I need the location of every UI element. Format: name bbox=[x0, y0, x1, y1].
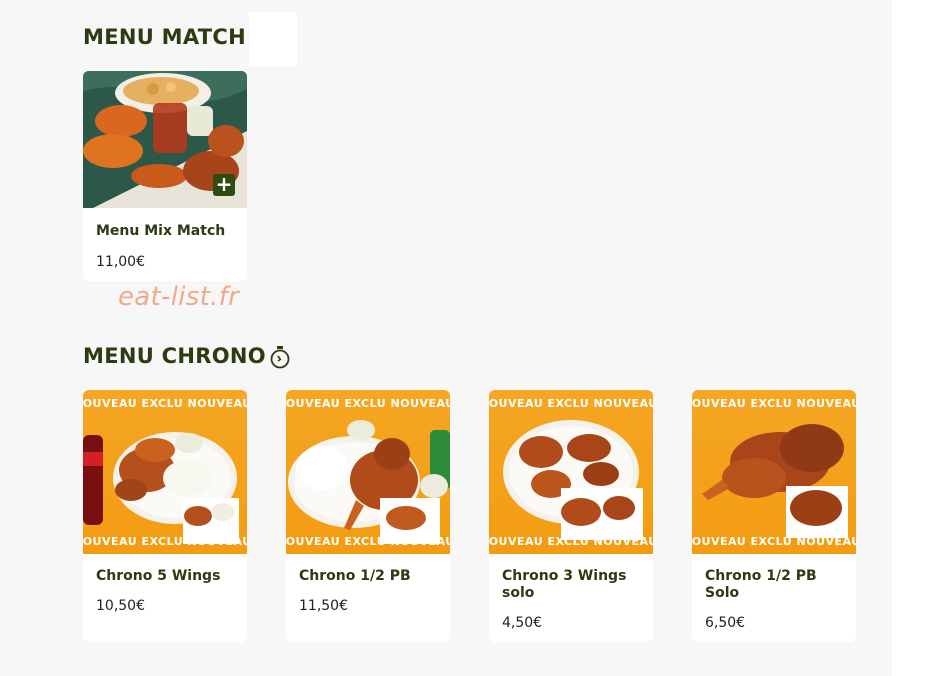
product-price: 11,00€ bbox=[96, 254, 145, 270]
product-image-chrono-half-pb-solo: NOUVEAU EXCLU NOUVEAU NOUVEAU EXCLU NOUV… bbox=[692, 390, 856, 554]
product-image-menu-mix-match: + bbox=[83, 71, 247, 208]
product-price: 11,50€ bbox=[299, 598, 348, 614]
product-card-chrono-half-pb-solo[interactable]: NOUVEAU EXCLU NOUVEAU NOUVEAU EXCLU NOUV… bbox=[692, 390, 856, 642]
product-card-chrono-half-pb[interactable]: NOUVEAU EXCLU NOUVEAU NOUVEAU EXCLU NOUV… bbox=[286, 390, 450, 642]
product-name: Chrono 3 Wings solo bbox=[502, 568, 627, 601]
product-image-chrono-half-pb: NOUVEAU EXCLU NOUVEAU NOUVEAU EXCLU NOUV… bbox=[286, 390, 450, 554]
food-photo bbox=[503, 420, 643, 540]
product-card-menu-mix-match[interactable]: + Menu Mix Match 11,00€ bbox=[83, 71, 247, 281]
product-name: Menu Mix Match bbox=[96, 223, 226, 239]
product-image-chrono-5-wings: NOUVEAU EXCLU NOUVEAU NOUVEAU EXCLU NOUV… bbox=[83, 390, 247, 554]
promo-banner: NOUVEAU EXCLU NOUVEAU bbox=[489, 535, 653, 548]
product-name: Chrono 1/2 PB bbox=[299, 568, 411, 584]
title-blank-block bbox=[249, 12, 297, 67]
promo-banner: NOUVEAU EXCLU NOUVEAU bbox=[286, 535, 450, 548]
section-title-menu-match: MENU MATCH bbox=[83, 25, 247, 49]
stopwatch-icon bbox=[270, 346, 290, 369]
product-price: 10,50€ bbox=[96, 598, 145, 614]
promo-banner: NOUVEAU EXCLU NOUVEAU bbox=[692, 535, 856, 548]
product-name: Chrono 5 Wings bbox=[96, 568, 221, 584]
product-name: Chrono 1/2 PB Solo bbox=[705, 568, 817, 601]
watermark-text: eat-list.fr bbox=[118, 282, 240, 312]
food-photo bbox=[702, 424, 848, 538]
food-photo bbox=[83, 432, 239, 544]
product-card-chrono-3-wings-solo[interactable]: NOUVEAU EXCLU NOUVEAU NOUVEAU EXCLU NOUV… bbox=[489, 390, 653, 642]
product-price: 4,50€ bbox=[502, 615, 543, 631]
product-price: 6,50€ bbox=[705, 615, 746, 631]
promo-banner: NOUVEAU EXCLU NOUVEAU bbox=[83, 535, 247, 548]
section-title-menu-chrono: MENU CHRONO bbox=[83, 344, 266, 368]
product-card-chrono-5-wings[interactable]: NOUVEAU EXCLU NOUVEAU NOUVEAU EXCLU NOUV… bbox=[83, 390, 247, 642]
menu-page: MENU MATCH + Menu Mix Match 11,00€ eat-l… bbox=[0, 0, 892, 676]
product-image-chrono-3-wings-solo: NOUVEAU EXCLU NOUVEAU NOUVEAU EXCLU NOUV… bbox=[489, 390, 653, 554]
add-to-cart-button[interactable]: + bbox=[213, 174, 235, 196]
food-photo bbox=[288, 420, 450, 544]
